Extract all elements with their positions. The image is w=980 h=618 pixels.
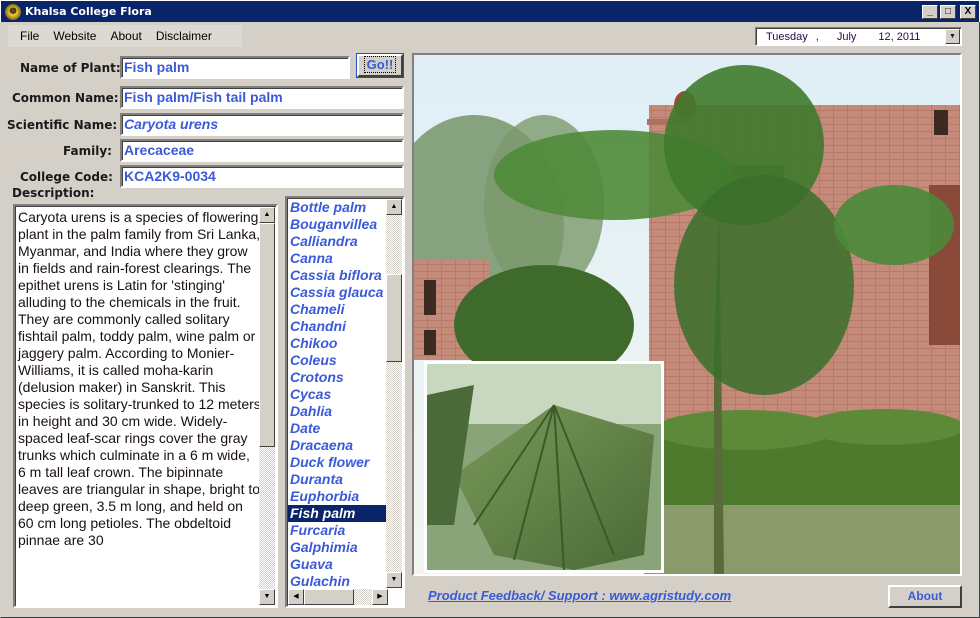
plant-list-item[interactable]: Dracaena: [288, 437, 388, 454]
description-scrollbar[interactable]: ▲ ▼: [259, 207, 275, 605]
plant-list-hscrollbar[interactable]: ◀ ▶: [288, 589, 388, 605]
plant-list-item[interactable]: Date: [288, 420, 388, 437]
maximize-button[interactable]: □: [940, 4, 956, 19]
dropdown-arrow-icon[interactable]: ▼: [945, 29, 960, 44]
menu-about[interactable]: About: [104, 29, 149, 43]
menu-bar: File Website About Disclaimer: [8, 25, 242, 47]
scroll-down-icon[interactable]: ▼: [259, 589, 275, 605]
scroll-right-icon[interactable]: ▶: [372, 589, 388, 605]
plant-list-item[interactable]: Dahlia: [288, 403, 388, 420]
date-day: Tuesday: [766, 30, 808, 43]
description-label: Description:: [12, 186, 95, 200]
plant-list-item[interactable]: Galphimia: [288, 539, 388, 556]
plant-list[interactable]: Bottle palm Bouganvillea Calliandra Canna Ca…: [285, 196, 405, 608]
menu-file[interactable]: File: [8, 29, 47, 43]
close-button[interactable]: X: [960, 4, 976, 19]
date-year: 12, 2011: [878, 30, 921, 43]
family-field[interactable]: Arecaceae: [120, 139, 404, 162]
name-of-plant-input[interactable]: Fish palm: [120, 56, 350, 79]
app-emblem-icon: ☸: [5, 3, 21, 20]
plant-photo: [412, 53, 962, 576]
scientific-name-label: Scientific Name:: [7, 118, 118, 132]
family-label: Family:: [63, 144, 112, 158]
common-name-field[interactable]: Fish palm/Fish tail palm: [120, 86, 404, 109]
go-button[interactable]: Go!!: [356, 53, 404, 78]
date-month: July: [836, 30, 857, 43]
plant-list-item[interactable]: Furcaria: [288, 522, 388, 539]
plant-list-item[interactable]: Cassia biflora: [288, 267, 388, 284]
date-separator: ,: [815, 30, 819, 43]
plant-list-item[interactable]: Gulachin: [288, 573, 388, 590]
plant-list-item[interactable]: Euphorbia: [288, 488, 388, 505]
common-name-label: Common Name:: [12, 91, 119, 105]
plant-list-item[interactable]: Coleus: [288, 352, 388, 369]
plant-list-item[interactable]: Duranta: [288, 471, 388, 488]
menu-disclaimer[interactable]: Disclaimer: [150, 29, 220, 43]
college-code-field[interactable]: KCA2K9-0034: [120, 165, 404, 188]
plant-list-vscrollbar[interactable]: ▲ ▼: [386, 199, 402, 588]
scroll-up-icon[interactable]: ▲: [386, 199, 402, 215]
plant-list-item[interactable]: Guava: [288, 556, 388, 573]
plant-list-item[interactable]: Chameli: [288, 301, 388, 318]
college-code-label: College Code:: [20, 170, 113, 184]
plant-list-item[interactable]: Bouganvillea: [288, 216, 388, 233]
plant-list-item[interactable]: Fish palm: [288, 505, 388, 522]
description-text: Caryota urens is a species of flowering …: [18, 209, 261, 548]
scientific-name-field[interactable]: Caryota urens: [120, 113, 404, 136]
date-picker[interactable]: Tuesday , July 12, 2011 ▼: [755, 27, 962, 46]
plant-list-item[interactable]: Cassia glauca: [288, 284, 388, 301]
scroll-down-icon[interactable]: ▼: [386, 572, 402, 588]
scroll-thumb[interactable]: [259, 223, 275, 447]
title-bar[interactable]: ☸ Khalsa College Flora _ □ X: [0, 0, 980, 22]
plant-list-item[interactable]: Crotons: [288, 369, 388, 386]
scroll-up-icon[interactable]: ▲: [259, 207, 275, 223]
minimize-button[interactable]: _: [922, 4, 938, 19]
plant-list-item[interactable]: Chandni: [288, 318, 388, 335]
plant-list-item[interactable]: Bottle palm: [288, 199, 388, 216]
menu-website[interactable]: Website: [47, 29, 104, 43]
scroll-thumb[interactable]: [386, 274, 402, 362]
plant-list-item[interactable]: Chikoo: [288, 335, 388, 352]
plant-list-item[interactable]: Duck flower: [288, 454, 388, 471]
window-title: Khalsa College Flora: [25, 5, 152, 18]
go-button-label: Go!!: [363, 56, 397, 73]
about-button[interactable]: About: [888, 585, 962, 608]
plant-list-item[interactable]: Calliandra: [288, 233, 388, 250]
name-of-plant-label: Name of Plant:: [20, 61, 121, 75]
feedback-link[interactable]: Product Feedback/ Support : www.agristud…: [428, 588, 731, 603]
plant-list-item[interactable]: Cycas: [288, 386, 388, 403]
hscroll-thumb[interactable]: [304, 589, 354, 605]
plant-photo-image: [414, 55, 960, 574]
plant-list-item[interactable]: Canna: [288, 250, 388, 267]
description-textarea[interactable]: Caryota urens is a species of flowering …: [13, 204, 278, 608]
scroll-left-icon[interactable]: ◀: [288, 589, 304, 605]
